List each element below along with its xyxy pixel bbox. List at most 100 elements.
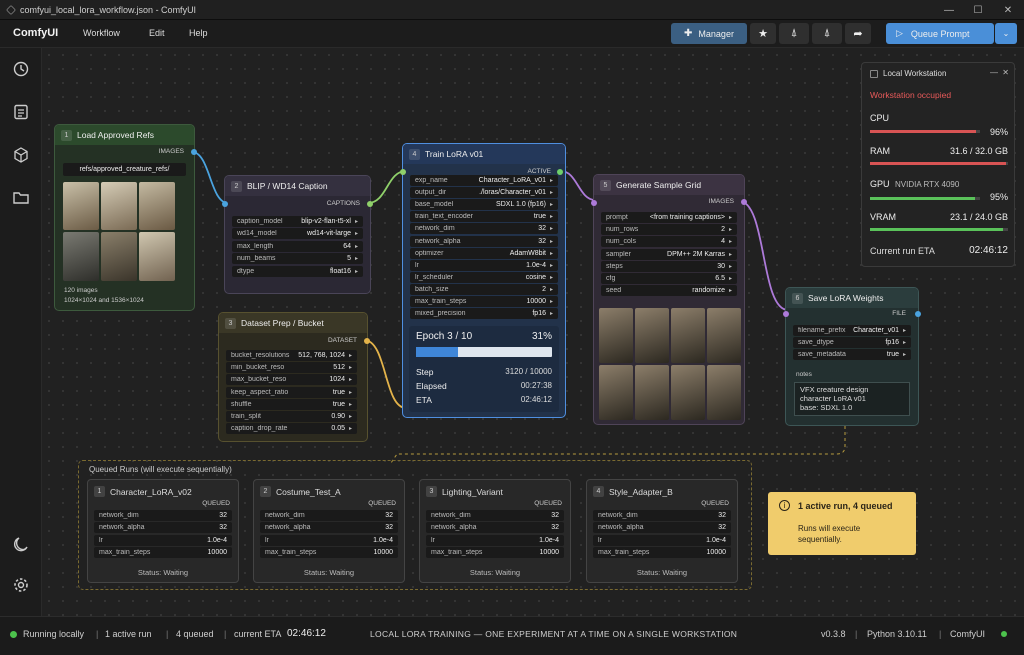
widget-row[interactable]: mixed_precision fp16 ▸ <box>410 308 558 320</box>
queue-dropdown-button[interactable]: ⌄ <box>995 23 1017 44</box>
arrow-right-icon: ▸ <box>728 227 732 234</box>
notes-textarea[interactable]: VFX creature design character LoRA v01 b… <box>794 382 910 416</box>
widget-row[interactable]: steps 30 ▸ <box>601 260 737 272</box>
queued-run-card[interactable]: 1 Character_LoRA_v02 QUEUED Status: Waiting… <box>87 479 239 583</box>
queued-tag: QUEUED <box>368 500 396 507</box>
folder-icon[interactable] <box>11 187 31 207</box>
node-sample-grid[interactable]: 5 Generate Sample Grid IMAGES prompt <from… <box>591 174 747 425</box>
close-icon[interactable]: ✕ <box>993 0 1023 20</box>
widget-row[interactable]: batch_size 2 ▸ <box>410 283 558 295</box>
queue-list-icon[interactable] <box>11 102 31 122</box>
widget-row[interactable]: caption_drop_rate 0.05 ▸ <box>226 423 357 435</box>
widget-row[interactable]: optimizer AdamW8bit ▸ <box>410 247 558 259</box>
node-title: Load Approved Refs <box>77 130 155 140</box>
run-param-row: network_dim 32 <box>426 510 564 521</box>
arrow-right-icon: ▸ <box>728 263 732 270</box>
output-socket[interactable] <box>367 201 373 207</box>
node-load-refs[interactable]: 1 Load Approved Refs IMAGES refs/approved… <box>54 124 197 311</box>
widget-row[interactable]: num_beams 5 ▸ <box>232 253 363 265</box>
widget-value: wd14-vit-large <box>307 230 351 238</box>
node-dataset-prep[interactable]: 3 Dataset Prep / Bucket DATASET bucket_re… <box>218 312 370 442</box>
node-caption[interactable]: 2 BLIP / WD14 Caption CAPTIONS caption_mo… <box>222 175 373 294</box>
moon-icon[interactable] <box>11 534 31 554</box>
queued-run-card[interactable]: 4 Style_Adapter_B QUEUED Status: Waiting net… <box>586 479 738 583</box>
widget-row[interactable]: shuffle true ▸ <box>226 398 357 410</box>
widget-row[interactable]: min_bucket_reso 512 ▸ <box>226 362 357 374</box>
model-button-2[interactable]: ⍋ <box>812 23 842 44</box>
panel-minimize-icon[interactable]: — <box>990 68 998 77</box>
widget-row[interactable]: seed randomize ▸ <box>601 285 737 297</box>
share-icon: ➦ <box>853 28 863 40</box>
node-library-icon[interactable] <box>11 145 31 165</box>
star-button[interactable]: ★ <box>750 23 776 44</box>
widget-row[interactable]: sampler DPM++ 2M Karras ▸ <box>601 248 737 260</box>
input-socket[interactable] <box>400 169 406 175</box>
param-value: 10000 <box>207 548 227 556</box>
widget-row[interactable]: lr_scheduler cosine ▸ <box>410 271 558 283</box>
ref-thumbnail <box>63 232 99 281</box>
widget-row[interactable]: num_rows 2 ▸ <box>601 224 737 236</box>
minimize-icon[interactable]: — <box>934 0 964 20</box>
widget-key: batch_size <box>415 285 449 293</box>
menu-workflow[interactable]: Workflow <box>83 28 120 38</box>
history-icon[interactable] <box>11 59 31 79</box>
model-button-1[interactable]: ⍋ <box>779 23 809 44</box>
output-socket[interactable] <box>741 199 747 205</box>
widget-row[interactable]: cfg 6.5 ▸ <box>601 273 737 284</box>
widget-row[interactable]: base_model SDXL 1.0 (fp16) ▸ <box>410 199 558 211</box>
widget-row[interactable]: wd14_model wd14-vit-large ▸ <box>232 228 363 240</box>
workstation-status: Workstation occupied <box>870 90 952 100</box>
menu-edit[interactable]: Edit <box>149 28 165 38</box>
widget-key: save_dtype <box>798 339 834 347</box>
widget-row[interactable]: lr 1.0e-4 ▸ <box>410 259 558 271</box>
manager-button[interactable]: ✚ Manager <box>671 23 747 44</box>
widget-value: 30 <box>717 262 725 270</box>
node-title: Save LoRA Weights <box>808 293 884 303</box>
widget-row[interactable]: keep_aspect_ratio true ▸ <box>226 386 357 398</box>
queued-run-card[interactable]: 3 Lighting_Variant QUEUED Status: Waiting ne… <box>419 479 571 583</box>
stat-value: 00:27:38 <box>520 381 552 390</box>
widget-row[interactable]: max_bucket_reso 1024 ▸ <box>226 374 357 386</box>
output-label: IMAGES <box>708 198 734 205</box>
share-button[interactable]: ➦ <box>845 23 871 44</box>
panel-close-icon[interactable]: ✕ <box>1002 68 1009 77</box>
widget-row[interactable]: prompt <from training captions> ▸ <box>601 212 737 223</box>
folder-path-field[interactable]: refs/approved_creature_refs/ <box>63 163 186 176</box>
param-value: 10000 <box>539 548 559 556</box>
param-value: 1.0e-4 <box>207 536 227 544</box>
widget-row[interactable]: train_text_encoder true ▸ <box>410 211 558 223</box>
input-socket[interactable] <box>783 311 789 317</box>
param-key: max_train_steps <box>265 548 317 556</box>
queue-prompt-button[interactable]: ▷ Queue Prompt <box>886 23 994 44</box>
widget-row[interactable]: train_split 0.90 ▸ <box>226 411 357 422</box>
widget-row[interactable]: output_dir ./loras/Character_v01 ▸ <box>410 187 558 199</box>
maximize-icon[interactable]: ☐ <box>963 0 993 20</box>
queued-run-card[interactable]: 2 Costume_Test_A QUEUED Status: Waiting netw… <box>253 479 405 583</box>
run-param-row: network_alpha 32 <box>593 522 731 534</box>
widget-row[interactable]: bucket_resolutions 512, 768, 1024 ▸ <box>226 350 357 361</box>
widget-row[interactable]: max_length 64 ▸ <box>232 240 363 252</box>
input-socket[interactable] <box>591 200 597 206</box>
widget-row[interactable]: max_train_steps 10000 ▸ <box>410 296 558 307</box>
widget-row[interactable]: num_cols 4 ▸ <box>601 236 737 248</box>
output-socket[interactable] <box>915 311 921 317</box>
widget-row[interactable]: network_alpha 32 ▸ <box>410 235 558 247</box>
widget-row[interactable]: save_dtype fp16 ▸ <box>793 337 911 349</box>
node-train-lora[interactable]: 4 Train LoRA v01 ACTIVE Epoch 3 / 10 31% … <box>400 143 566 418</box>
widget-key: lr_scheduler <box>415 273 454 281</box>
output-socket[interactable] <box>191 149 197 155</box>
widget-row[interactable]: network_dim 32 ▸ <box>410 223 558 235</box>
widget-row[interactable]: dtype float16 ▸ <box>232 265 363 277</box>
menu-help[interactable]: Help <box>189 28 208 38</box>
widget-row[interactable]: caption_model blip-v2-flan-t5-xl ▸ <box>232 216 363 227</box>
arrow-right-icon: ▸ <box>728 251 732 258</box>
node-save-lora[interactable]: 6 Save LoRA Weights FILE notes VFX creatu… <box>783 287 921 426</box>
widget-row[interactable]: exp_name Character_LoRA_v01 ▸ <box>410 175 558 186</box>
arrow-right-icon: ▸ <box>354 243 358 250</box>
widget-row[interactable]: save_metadata true ▸ <box>793 349 911 361</box>
node-canvas[interactable]: 1 Load Approved Refs IMAGES refs/approved… <box>42 48 1024 616</box>
output-socket[interactable] <box>364 338 370 344</box>
input-socket[interactable] <box>222 201 228 207</box>
settings-gear-icon[interactable] <box>11 575 31 595</box>
widget-row[interactable]: filename_prefix Character_v01 ▸ <box>793 325 911 336</box>
